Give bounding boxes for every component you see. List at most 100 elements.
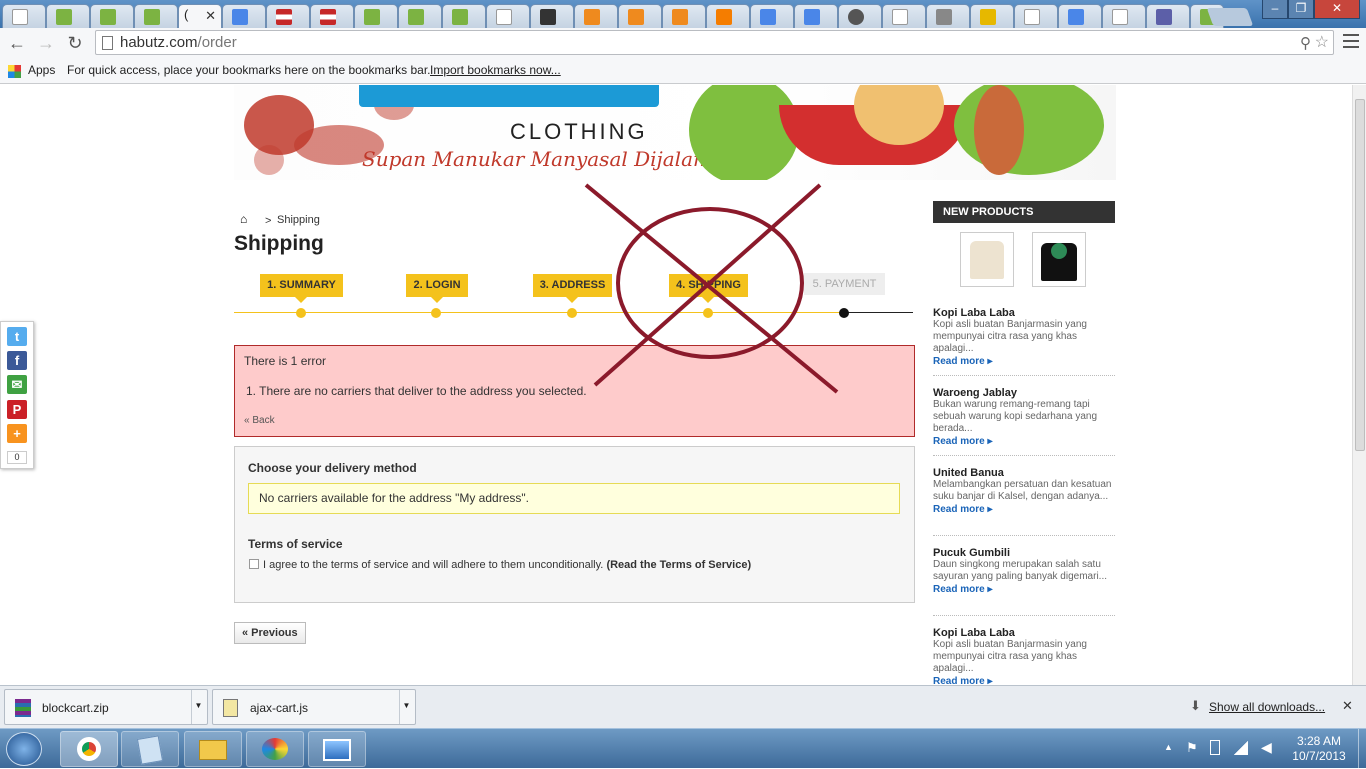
- show-hidden-icons[interactable]: ▲: [1164, 742, 1173, 752]
- close-window-button[interactable]: ✕: [1314, 0, 1360, 19]
- minimize-button[interactable]: –: [1262, 0, 1288, 19]
- import-bookmarks-link[interactable]: Import bookmarks now...: [430, 63, 561, 77]
- battery-icon[interactable]: [1210, 740, 1220, 755]
- volume-icon[interactable]: ◀: [1261, 739, 1272, 756]
- read-more-link[interactable]: Read more ▸: [933, 584, 1115, 596]
- browser-tab[interactable]: [1146, 4, 1190, 28]
- step-login[interactable]: 2. LOGIN: [406, 274, 468, 297]
- clock-icon: [848, 9, 864, 25]
- download-item[interactable]: ajax-cart.js ▼: [212, 689, 416, 725]
- read-more-link[interactable]: Read more ▸: [933, 436, 1115, 448]
- browser-tab[interactable]: [1014, 4, 1058, 28]
- taskbar-photo-viewer[interactable]: [308, 731, 366, 767]
- read-more-link[interactable]: Read more ▸: [933, 356, 1115, 368]
- page-icon: [102, 36, 113, 50]
- previous-button[interactable]: « Previous: [234, 622, 306, 644]
- taskbar-paint[interactable]: [246, 731, 304, 767]
- forward-icon[interactable]: →: [35, 32, 57, 54]
- download-menu-arrow[interactable]: ▼: [191, 690, 205, 724]
- browser-tab[interactable]: [706, 4, 750, 28]
- browser-tab[interactable]: [970, 4, 1014, 28]
- start-button[interactable]: [6, 732, 42, 766]
- product-thumbnail[interactable]: [960, 232, 1014, 287]
- browser-tab[interactable]: [1058, 4, 1102, 28]
- divider: [933, 615, 1115, 616]
- back-icon[interactable]: ←: [6, 32, 28, 54]
- taskbar-explorer[interactable]: [184, 731, 242, 767]
- share-more-icon[interactable]: +: [7, 424, 27, 443]
- browser-tab[interactable]: [310, 4, 354, 28]
- new-product-title[interactable]: United Banua: [933, 467, 1115, 479]
- show-all-downloads-link[interactable]: Show all downloads...: [1209, 700, 1325, 714]
- browser-tab[interactable]: [618, 4, 662, 28]
- browser-tab[interactable]: [354, 4, 398, 28]
- flag-icon: [276, 9, 292, 25]
- error-heading: There is 1 error: [244, 354, 327, 368]
- browser-tab[interactable]: [1102, 4, 1146, 28]
- browser-tab[interactable]: [794, 4, 838, 28]
- browser-tab[interactable]: [266, 4, 310, 28]
- new-product-title[interactable]: Pucuk Gumbili: [933, 547, 1115, 559]
- browser-tab[interactable]: [530, 4, 574, 28]
- download-item[interactable]: blockcart.zip ▼: [4, 689, 208, 725]
- taskbar-chrome[interactable]: [60, 731, 118, 767]
- show-desktop-button[interactable]: [1358, 729, 1366, 769]
- search-icon[interactable]: ⚲: [1300, 34, 1311, 52]
- download-filename: blockcart.zip: [42, 701, 109, 715]
- download-menu-arrow[interactable]: ▼: [399, 690, 413, 724]
- page-icon: [1024, 9, 1040, 25]
- clock[interactable]: 3:28 AM 10/7/2013: [1284, 734, 1354, 764]
- tos-link[interactable]: (Read the Terms of Service): [606, 559, 751, 571]
- close-tab-icon[interactable]: ✕: [205, 8, 216, 24]
- browser-tab[interactable]: [398, 4, 442, 28]
- browser-tab-active[interactable]: ( ✕: [178, 4, 222, 28]
- browser-tab[interactable]: [90, 4, 134, 28]
- new-product-title[interactable]: Kopi Laba Laba: [933, 307, 1115, 319]
- step-pointer: [431, 297, 443, 303]
- page-title: Shipping: [234, 232, 324, 255]
- page-scrollbar[interactable]: [1352, 85, 1366, 685]
- browser-tab[interactable]: [134, 4, 178, 28]
- tos-checkbox[interactable]: [249, 559, 259, 569]
- step-summary[interactable]: 1. SUMMARY: [260, 274, 343, 297]
- close-downloads-icon[interactable]: ✕: [1342, 698, 1353, 714]
- apps-link[interactable]: Apps: [28, 63, 55, 77]
- browser-tab[interactable]: [222, 4, 266, 28]
- new-product-title[interactable]: Kopi Laba Laba: [933, 627, 1115, 639]
- google-icon: [760, 9, 776, 25]
- menu-icon[interactable]: [1343, 34, 1359, 48]
- product-thumbnail[interactable]: [1032, 232, 1086, 287]
- home-icon[interactable]: ⌂: [240, 212, 247, 226]
- cartoon-drum: [974, 85, 1024, 175]
- clock-date: 10/7/2013: [1292, 749, 1346, 763]
- browser-tab[interactable]: [926, 4, 970, 28]
- browser-tab[interactable]: [882, 4, 926, 28]
- taskbar-notepad[interactable]: [121, 731, 179, 767]
- scrollbar-thumb[interactable]: [1355, 99, 1365, 451]
- browser-tab[interactable]: [750, 4, 794, 28]
- twitter-icon[interactable]: t: [7, 327, 27, 346]
- read-more-link[interactable]: Read more ▸: [933, 504, 1115, 516]
- breadcrumb-current: Shipping: [277, 214, 320, 226]
- step-dot: [296, 308, 306, 318]
- email-icon[interactable]: ✉: [7, 375, 27, 394]
- action-center-flag-icon[interactable]: ⚑: [1186, 740, 1198, 756]
- reload-icon[interactable]: ↻: [64, 32, 86, 54]
- browser-tab[interactable]: [574, 4, 618, 28]
- browser-tab[interactable]: [662, 4, 706, 28]
- browser-tab[interactable]: [46, 4, 90, 28]
- new-tab-button[interactable]: [1206, 8, 1254, 26]
- maximize-button[interactable]: ❐: [1288, 0, 1314, 19]
- back-link[interactable]: « Back: [244, 415, 275, 426]
- browser-tab[interactable]: [442, 4, 486, 28]
- browser-tab[interactable]: [486, 4, 530, 28]
- read-more-link[interactable]: Read more ▸: [933, 676, 1115, 685]
- browser-tab[interactable]: [838, 4, 882, 28]
- facebook-icon[interactable]: f: [7, 351, 27, 370]
- pinterest-icon[interactable]: P: [7, 400, 27, 419]
- star-icon[interactable]: ☆: [1315, 32, 1329, 52]
- address-bar[interactable]: habutz.com/order ⚲ ☆: [95, 30, 1334, 55]
- browser-tab[interactable]: [2, 4, 46, 28]
- new-product-title[interactable]: Waroeng Jablay: [933, 387, 1115, 399]
- signal-icon[interactable]: [1234, 741, 1248, 755]
